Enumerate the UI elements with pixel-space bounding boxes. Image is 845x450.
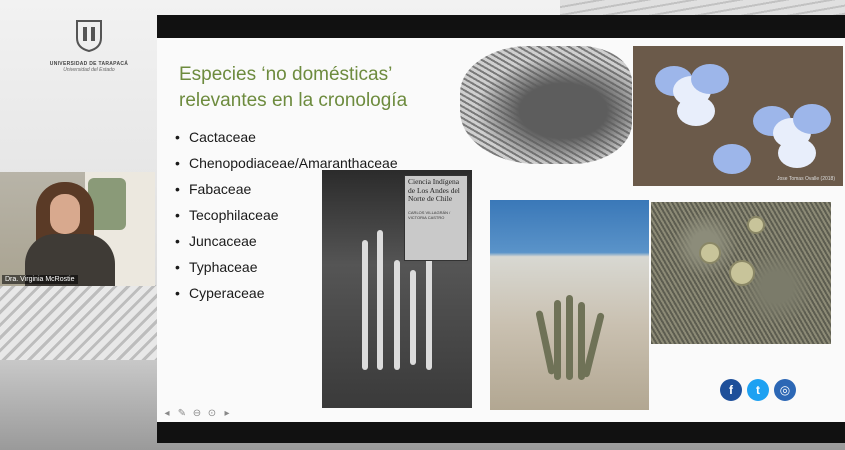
more-icon[interactable]: ⊙ [206,408,218,420]
presentation-slide: Especies ‘no domésticas’ relevantes en l… [157,38,845,422]
copiapoa-cactus-photo [651,202,831,344]
previous-icon[interactable]: ◂ [161,408,173,420]
university-shield-icon [76,20,102,53]
presenter-toolbar: ◂ ✎ ⊖ ⊙ ▸ [161,408,233,420]
book-cover-title: Ciencia Indígena de Los Andes del Norte … [408,177,460,203]
facebook-icon[interactable]: f [720,379,742,401]
blue-flowers-photo: Jose Tomas Ovalle (2018) [633,46,843,186]
photo-credit: Jose Tomas Ovalle (2018) [777,176,835,182]
list-item: • Cactaceae [175,129,256,145]
coastal-cactus-photo [490,200,649,410]
cactus-book-photo: Ciencia Indígena de Los Andes del Norte … [322,170,472,408]
social-links: f t ◎ [720,379,796,401]
book-cover-author: CARLOS VILLAGRÁN / VICTORIA CASTRO [408,209,451,220]
slide-title: Especies ‘no domésticas’ relevantes en l… [179,64,408,111]
zoom-icon[interactable]: ⊖ [191,408,203,420]
participant-name-label: Dra. Virginia McRostie [2,275,78,284]
instagram-icon[interactable]: ◎ [774,379,796,401]
participant-video[interactable]: Dra. Virginia McRostie [0,172,155,286]
pen-icon[interactable]: ✎ [176,408,188,420]
university-tagline: Universidad del Estado [63,67,115,73]
twitter-icon[interactable]: t [747,379,769,401]
basket-fiber-photo [460,46,632,164]
next-icon[interactable]: ▸ [221,408,233,420]
book-cover: Ciencia Indígena de Los Andes del Norte … [404,175,468,261]
participant-face [50,194,80,234]
university-logo: UNIVERSIDAD DE TARAPACÁ Universidad del … [44,18,134,73]
